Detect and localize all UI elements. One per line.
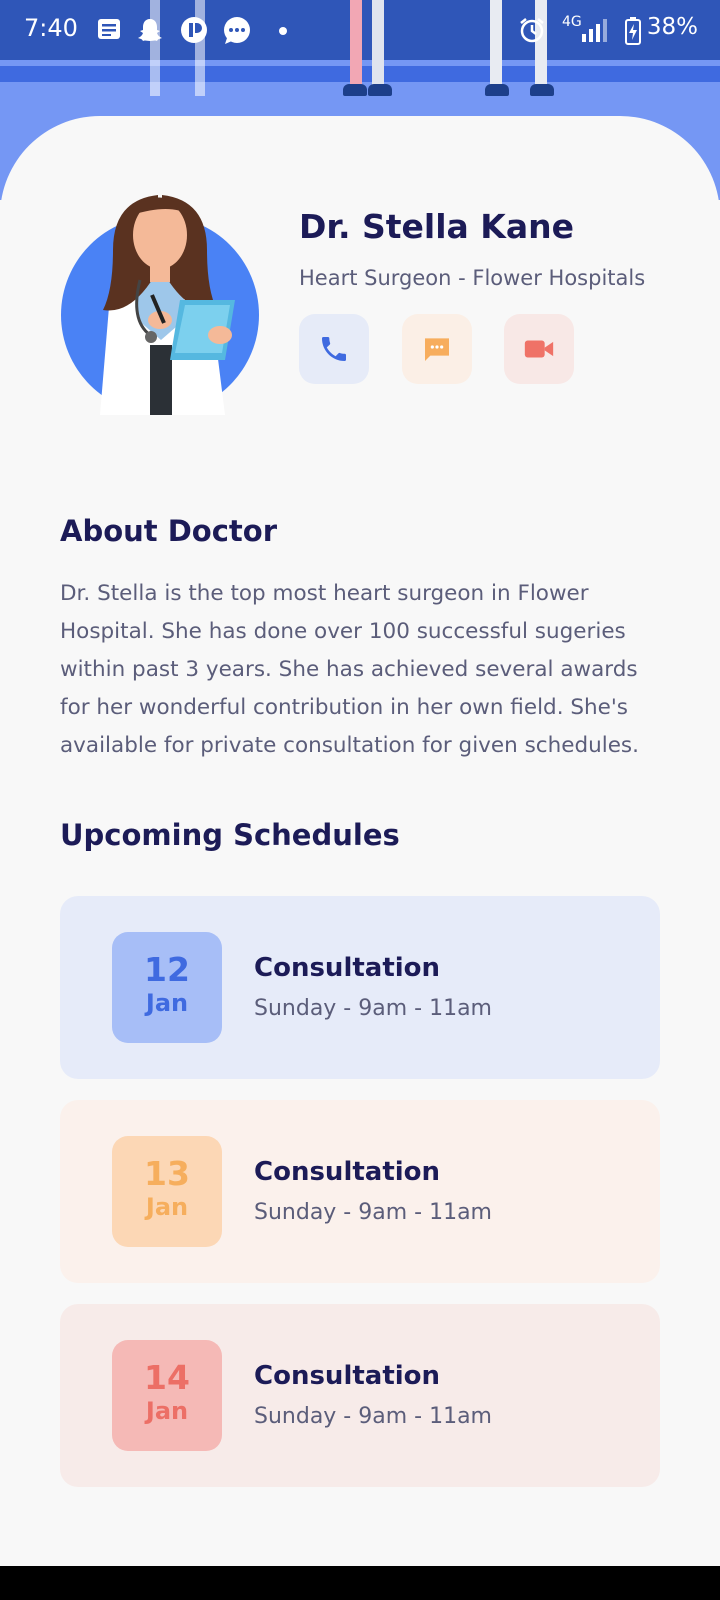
phone-icon <box>322 337 346 361</box>
date-day: 13 <box>144 1154 190 1193</box>
schedule-title: Consultation <box>254 953 441 983</box>
chat-icon <box>425 338 449 361</box>
video-call-button[interactable] <box>504 314 574 384</box>
about-text: Dr. Stella is the top most heart surgeon… <box>60 581 639 758</box>
date-badge: 12 Jan <box>112 932 222 1043</box>
dot-icon <box>279 27 287 35</box>
schedule-card[interactable]: 13 Jan Consultation Sunday - 9am - 11am <box>60 1100 660 1283</box>
schedule-card[interactable]: 14 Jan Consultation Sunday - 9am - 11am <box>60 1304 660 1487</box>
schedule-title: Consultation <box>254 1361 441 1391</box>
snapchat-icon <box>138 19 162 41</box>
date-day: 14 <box>144 1358 190 1397</box>
call-button[interactable] <box>299 314 369 384</box>
about-title: About Doctor <box>60 514 278 548</box>
chat-button[interactable] <box>402 314 472 384</box>
schedules-title: Upcoming Schedules <box>60 818 400 852</box>
navigation-bar <box>0 1566 720 1600</box>
date-month: Jan <box>145 1193 189 1221</box>
schedule-time: Sunday - 9am - 11am <box>254 1404 492 1429</box>
schedule-card[interactable]: 12 Jan Consultation Sunday - 9am - 11am <box>60 896 660 1079</box>
date-month: Jan <box>145 1397 189 1425</box>
signal-icon <box>582 19 607 42</box>
video-icon <box>524 340 554 358</box>
news-icon <box>98 19 120 39</box>
schedule-time: Sunday - 9am - 11am <box>254 996 492 1021</box>
status-bar: 7:40 4G 38% <box>0 0 720 60</box>
status-time: 7:40 <box>24 14 78 42</box>
messages-icon <box>224 17 250 44</box>
app-icon <box>181 17 207 43</box>
battery-icon <box>625 17 641 45</box>
date-badge: 13 Jan <box>112 1136 222 1247</box>
battery-level: 38% <box>646 14 698 40</box>
doctor-avatar <box>61 195 259 415</box>
date-badge: 14 Jan <box>112 1340 222 1451</box>
doctor-role: Heart Surgeon - Flower Hospitals <box>299 266 646 290</box>
date-month: Jan <box>145 989 189 1017</box>
date-day: 12 <box>144 950 190 989</box>
schedule-time: Sunday - 9am - 11am <box>254 1200 492 1225</box>
doctor-name: Dr. Stella Kane <box>299 207 575 246</box>
network-type: 4G <box>562 14 582 30</box>
schedule-title: Consultation <box>254 1157 441 1187</box>
alarm-icon <box>520 18 544 43</box>
